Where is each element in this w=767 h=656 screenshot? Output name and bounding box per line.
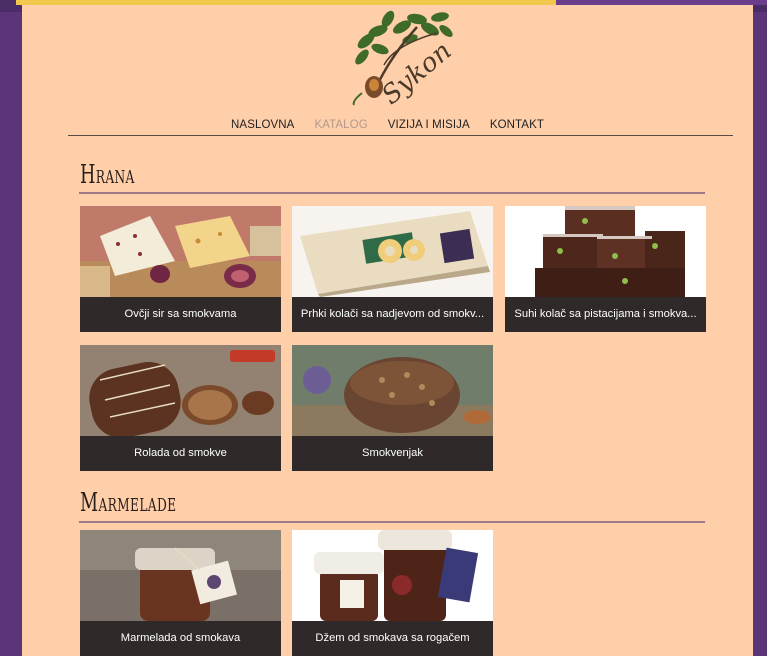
product-name[interactable]: Rolada od smokve <box>80 436 281 471</box>
section-title-hrana: Hrana <box>80 160 135 190</box>
brand-logo[interactable]: Sykon <box>322 5 462 113</box>
product-card[interactable]: Smokvenjak <box>292 345 493 471</box>
section-divider <box>79 192 705 194</box>
nav-divider <box>68 135 733 136</box>
nav-item-vizija-i-misija[interactable]: VIZIJA I MISIJA <box>388 117 470 133</box>
product-name[interactable]: Smokvenjak <box>292 436 493 471</box>
product-name[interactable]: Ovčji sir sa smokvama <box>80 297 281 332</box>
main-nav: NASLOVNA KATALOG VIZIJA I MISIJA KONTAKT <box>22 117 753 133</box>
product-card[interactable]: Prhki kolači sa nadjevom od smokv... <box>292 206 493 332</box>
product-image[interactable] <box>80 206 281 297</box>
product-image[interactable] <box>292 206 493 297</box>
product-image[interactable] <box>505 206 706 297</box>
section-divider <box>79 521 705 523</box>
product-name[interactable]: Džem od smokava sa rogačem <box>292 621 493 656</box>
product-card[interactable]: Suhi kolač sa pistacijama i smokva... <box>505 206 706 332</box>
product-card[interactable]: Džem od smokava sa rogačem <box>292 530 493 656</box>
product-name[interactable]: Suhi kolač sa pistacijama i smokva... <box>505 297 706 332</box>
product-name[interactable]: Prhki kolači sa nadjevom od smokv... <box>292 297 493 332</box>
product-card[interactable]: Marmelada od smokava <box>80 530 281 656</box>
product-image[interactable] <box>292 345 493 436</box>
logo-wordmark: Sykon <box>376 36 457 111</box>
product-image[interactable] <box>80 345 281 436</box>
page-container: Sykon NASLOVNA KATALOG VIZIJA I MISIJA K… <box>22 5 753 656</box>
product-card[interactable]: Rolada od smokve <box>80 345 281 471</box>
nav-item-naslovna[interactable]: NASLOVNA <box>231 117 294 133</box>
product-card[interactable]: Ovčji sir sa smokvama <box>80 206 281 332</box>
product-image[interactable] <box>292 530 493 621</box>
nav-item-kontakt[interactable]: KONTAKT <box>490 117 544 133</box>
product-image[interactable] <box>80 530 281 621</box>
nav-item-katalog[interactable]: KATALOG <box>314 117 367 133</box>
section-title-marmelade: Marmelade <box>80 488 177 518</box>
product-name[interactable]: Marmelada od smokava <box>80 621 281 656</box>
fig-leaf-logo-icon: Sykon <box>352 10 457 111</box>
